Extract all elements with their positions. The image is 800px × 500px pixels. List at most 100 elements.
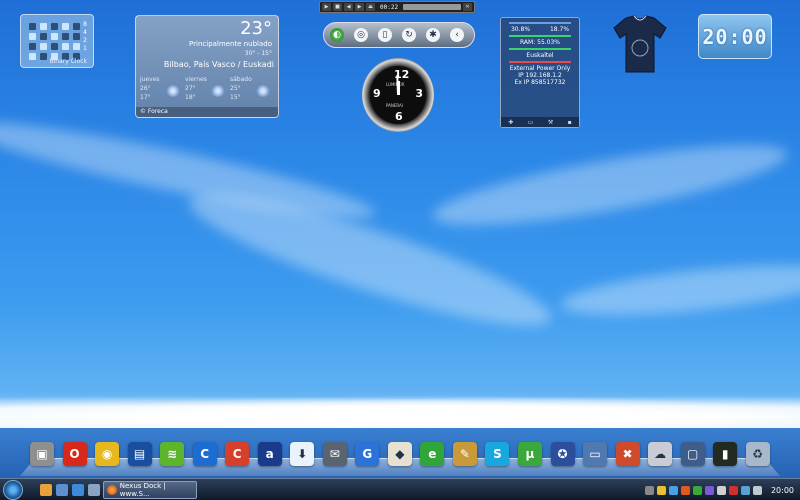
dock-downloader-icon[interactable]: ⬇ xyxy=(290,442,315,466)
quicklaunch-switch-icon[interactable] xyxy=(88,484,100,496)
clock-number-6: 6 xyxy=(395,110,403,123)
quicklaunch-ie-icon[interactable] xyxy=(72,484,84,496)
weather-gadget[interactable]: 23° Principalmente nublado 30° - 15° Bil… xyxy=(135,15,279,118)
player-time: 00:22 xyxy=(380,3,399,11)
chevron-left-icon[interactable] xyxy=(644,485,654,495)
close-icon[interactable]: ✕ xyxy=(463,3,472,11)
clock-brand-top: LUMINOR xyxy=(386,82,405,87)
system-monitor-gadget[interactable]: 30.8% 18.7% RAM: 55.03% Euskaltel Externa… xyxy=(500,17,580,128)
quicklaunch-desktop-icon[interactable] xyxy=(56,484,68,496)
cpu-readout: 30.8% 18.7% xyxy=(510,26,570,33)
dock-chrome-icon[interactable]: ◉ xyxy=(95,442,120,466)
dock-meter-icon[interactable]: ▮ xyxy=(713,442,738,466)
cloud-streak xyxy=(558,255,800,325)
digital-clock-time: 20:00 xyxy=(702,24,768,49)
binary-clock-place-values: 8 4 2 1 xyxy=(83,21,87,52)
dock-mail-icon[interactable]: ✉ xyxy=(322,442,347,466)
taskbar-clock[interactable]: 20:00 xyxy=(771,486,794,495)
dock-laptop-icon[interactable]: ▭ xyxy=(583,442,608,466)
dock-brush-icon[interactable]: ✎ xyxy=(452,442,477,466)
stop-icon[interactable]: ■ xyxy=(333,3,342,11)
globe-icon[interactable]: ◎ xyxy=(354,28,368,42)
refresh-icon[interactable]: ↻ xyxy=(402,28,416,42)
control-launcher[interactable]: ◐ ◎ ▯ ↻ ✱ ‹ xyxy=(323,22,475,48)
dock-spotify-icon[interactable]: ≋ xyxy=(160,442,185,466)
previous-icon[interactable]: ◀ xyxy=(344,3,353,11)
media-player-bar[interactable]: ▶ ■ ◀ ▶ ⏏ 00:22 ✕ xyxy=(319,1,475,13)
cpu-bar xyxy=(509,22,571,24)
dock-media-player-icon[interactable]: ▤ xyxy=(127,442,152,466)
local-ip: IP 192.168.1.2 xyxy=(518,72,562,79)
chevron-left-icon[interactable]: ‹ xyxy=(450,28,464,42)
sysmon-toolbar: ✚ ▭ ⚒ ▪ xyxy=(501,117,579,127)
tray-app-icon[interactable] xyxy=(716,485,726,495)
dock-badge-icon[interactable]: ✪ xyxy=(550,442,575,466)
network-icon[interactable] xyxy=(740,485,750,495)
dock-ccleaner-icon[interactable]: C xyxy=(225,442,250,466)
tray-app-icon[interactable] xyxy=(656,485,666,495)
jersey-gadget[interactable] xyxy=(612,14,668,74)
weather-forecast: jueves 26° 17° viernes 27° 18° sábado 25… xyxy=(140,76,274,101)
dock-computer-icon[interactable]: ▣ xyxy=(30,442,54,466)
forecast-day: jueves 26° 17° xyxy=(140,76,184,101)
firefox-icon xyxy=(107,485,117,495)
taskbar-item-nexus-dock[interactable]: Nexus Dock | www.S... xyxy=(103,481,197,499)
digital-clock-gadget[interactable]: 20:00 xyxy=(698,14,772,59)
forecast-day: sábado 25° 15° xyxy=(230,76,274,101)
dock-skype-icon[interactable]: S xyxy=(485,442,510,466)
next-icon[interactable]: ▶ xyxy=(355,3,364,11)
power-status: External Power Only xyxy=(509,65,571,72)
player-seek-bar[interactable] xyxy=(403,4,461,10)
power-bar xyxy=(509,61,571,63)
weather-temperature: 23° xyxy=(240,18,272,39)
system-tray: 20:00 xyxy=(644,479,800,500)
binary-clock-gadget[interactable]: 8 4 2 1 Binary Clock xyxy=(20,14,94,68)
dock-a-app-icon[interactable]: a xyxy=(257,442,282,466)
power-icon[interactable]: ◐ xyxy=(330,28,344,42)
external-ip: Ex IP 858517732 xyxy=(514,79,566,86)
dock-monitor-icon[interactable]: ▢ xyxy=(680,442,705,466)
tray-app-icon[interactable] xyxy=(680,485,690,495)
dock-items: ▣ O ◉ ▤ ≋ C Ca ⬇ ✉ G ◆ e ✎ Sμ ✪ ▭ ✖ ☁ ▢ ▮ ♻ xyxy=(30,442,770,466)
gear-icon[interactable]: ✱ xyxy=(426,28,440,42)
dock-utorrent-icon[interactable]: μ xyxy=(517,442,542,466)
taskbar: Nexus Dock | www.S... 20:00 xyxy=(0,478,800,500)
dock-g-app-icon[interactable]: G xyxy=(355,442,380,466)
dock-c-app-icon[interactable]: C xyxy=(192,442,217,466)
document-icon[interactable]: ▯ xyxy=(378,28,392,42)
wrench-icon[interactable]: ⚒ xyxy=(548,119,553,126)
tray-app-icon[interactable] xyxy=(728,485,738,495)
binary-clock-grid xyxy=(29,23,81,60)
ram-readout: RAM: 55.03% xyxy=(519,39,560,46)
network-icon[interactable]: ▭ xyxy=(528,119,534,126)
cloud-streak xyxy=(428,129,792,241)
network-name: Euskaltel xyxy=(526,52,554,59)
tray-app-icon[interactable] xyxy=(668,485,678,495)
weather-footer[interactable]: © Foreca xyxy=(136,107,278,117)
cloud-icon xyxy=(211,85,225,97)
dock-recycle-bin-icon[interactable]: ♻ xyxy=(745,442,770,466)
plus-icon[interactable]: ✚ xyxy=(508,119,513,126)
binary-clock-caption: Binary Clock xyxy=(49,58,88,65)
volume-icon[interactable] xyxy=(752,485,762,495)
clock-number-9: 9 xyxy=(373,87,381,100)
weather-condition: Principalmente nublado xyxy=(189,40,272,48)
quicklaunch-firefox-icon[interactable] xyxy=(40,484,52,496)
cloud-icon xyxy=(256,85,270,97)
play-icon[interactable]: ▶ xyxy=(322,3,331,11)
dock-tools-icon[interactable]: ✖ xyxy=(615,442,640,466)
nexus-dock: ▣ O ◉ ▤ ≋ C Ca ⬇ ✉ G ◆ e ✎ Sμ ✪ ▭ ✖ ☁ ▢ ▮ ♻ xyxy=(20,438,780,476)
clock-face: 12 3 6 9 LUMINOR PANERAI xyxy=(370,66,426,124)
analog-clock-gadget[interactable]: 12 3 6 9 LUMINOR PANERAI xyxy=(362,58,434,132)
network-bar xyxy=(509,48,571,50)
tray-app-icon[interactable] xyxy=(692,485,702,495)
dock-chicken-icon[interactable]: ◆ xyxy=(387,442,412,466)
dock-opera-icon[interactable]: O xyxy=(62,442,87,466)
eject-icon[interactable]: ⏏ xyxy=(366,3,375,11)
forecast-day: viernes 27° 18° xyxy=(185,76,229,101)
tray-app-icon[interactable] xyxy=(704,485,714,495)
dock-browser-e-icon[interactable]: e xyxy=(420,442,445,466)
start-button[interactable] xyxy=(3,480,23,500)
lock-icon[interactable]: ▪ xyxy=(568,119,572,126)
dock-weather-icon[interactable]: ☁ xyxy=(648,442,673,466)
